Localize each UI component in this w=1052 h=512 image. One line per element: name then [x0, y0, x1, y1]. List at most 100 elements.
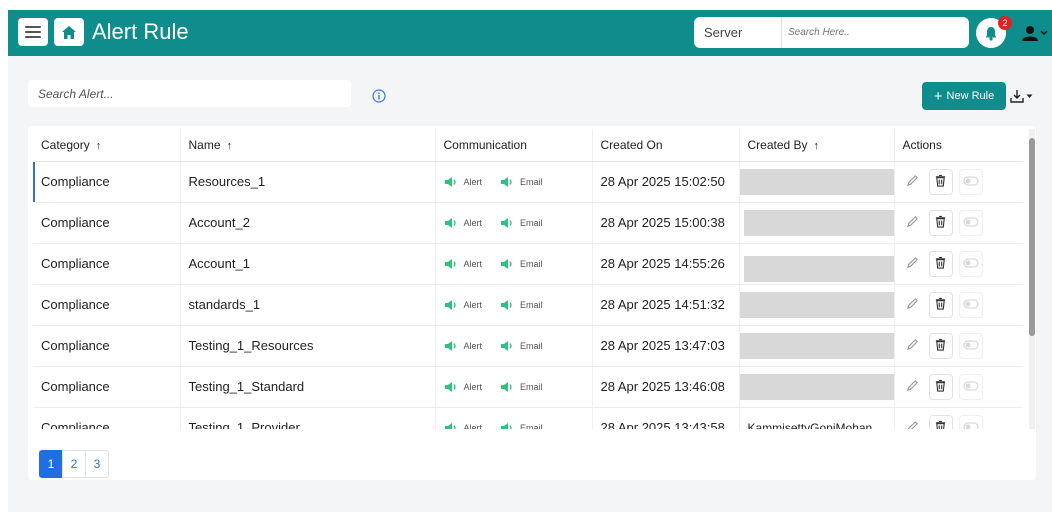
- edit-button[interactable]: [903, 379, 923, 395]
- column-header-category[interactable]: Category ↑: [33, 129, 181, 162]
- info-icon[interactable]: [372, 89, 386, 103]
- table-row[interactable]: Compliance standards_1 Alert Email 28 Apr 20…: [33, 284, 1023, 326]
- column-header-name[interactable]: Name ↑: [180, 129, 436, 162]
- page-button-1[interactable]: 1: [39, 450, 63, 478]
- cell-communication: Alert Email: [435, 202, 593, 244]
- cell-actions: [894, 407, 1023, 429]
- comm-email-label: Email: [520, 422, 543, 430]
- speaker-icon: [500, 340, 514, 352]
- redacted-created-by: [743, 255, 893, 282]
- cell-communication: Alert Email: [435, 284, 593, 326]
- column-header-created-by[interactable]: Created By ↑: [739, 129, 895, 162]
- speaker-icon: [500, 176, 514, 188]
- column-label: Actions: [902, 137, 942, 152]
- cell-actions: [894, 243, 1023, 285]
- comm-alert-label: Alert: [463, 258, 483, 269]
- cell-actions: [894, 284, 1023, 326]
- column-label: Communication: [443, 137, 527, 152]
- cell-created-on: 28 Apr 2025 15:00:38: [592, 202, 740, 244]
- edit-button[interactable]: [903, 338, 923, 354]
- speaker-icon: [444, 422, 458, 429]
- delete-button[interactable]: [928, 250, 953, 277]
- enable-toggle[interactable]: [958, 168, 983, 195]
- cell-created-by: [739, 325, 895, 367]
- page-button-3[interactable]: 3: [85, 450, 109, 478]
- cell-name: Account_1: [180, 243, 436, 285]
- delete-button[interactable]: [928, 332, 953, 359]
- pencil-icon: [906, 338, 919, 354]
- chevron-down-icon: [1040, 30, 1048, 36]
- download-icon: [1010, 90, 1024, 103]
- edit-button[interactable]: [903, 420, 923, 429]
- delete-button[interactable]: [928, 209, 953, 236]
- notification-badge: 2: [998, 16, 1012, 30]
- scrollbar-thumb[interactable]: [1029, 138, 1035, 336]
- enable-toggle[interactable]: [958, 414, 983, 429]
- app-frame: Alert Rule Server 2 + N: [8, 10, 1052, 512]
- edit-button[interactable]: [903, 215, 923, 231]
- user-menu-button[interactable]: [1022, 22, 1052, 44]
- menu-button[interactable]: [18, 18, 48, 46]
- comm-alert-label: Alert: [463, 299, 483, 310]
- enable-toggle[interactable]: [958, 250, 983, 277]
- edit-button[interactable]: [903, 174, 923, 190]
- column-label: Category: [41, 137, 90, 152]
- comm-alert-label: Alert: [463, 422, 483, 430]
- pencil-icon: [906, 215, 919, 231]
- server-label[interactable]: Server: [694, 17, 782, 48]
- search-alert-input[interactable]: [28, 80, 351, 107]
- cell-actions: [894, 366, 1023, 408]
- redacted-created-by: [743, 209, 893, 236]
- edit-button[interactable]: [903, 297, 923, 313]
- comm-alert-label: Alert: [463, 217, 483, 228]
- edit-button[interactable]: [903, 256, 923, 272]
- cell-name: standards_1: [180, 284, 436, 326]
- table-row[interactable]: Compliance Resources_1 Alert Email 28 Apr 20…: [33, 161, 1023, 203]
- delete-button[interactable]: [928, 414, 953, 429]
- trash-icon: [934, 420, 947, 429]
- cell-created-by: KammisettyGopiMohan: [739, 407, 895, 430]
- comm-email-label: Email: [520, 299, 543, 310]
- cell-communication: Alert Email: [435, 243, 593, 285]
- enable-toggle[interactable]: [958, 332, 983, 359]
- pencil-icon: [906, 420, 919, 429]
- page-title: Alert Rule: [92, 19, 189, 44]
- speaker-icon: [444, 176, 458, 188]
- cell-category: Compliance: [33, 284, 181, 326]
- table-row[interactable]: Compliance Account_1 Alert Email 28 Apr 2025…: [33, 243, 1023, 285]
- enable-toggle[interactable]: [958, 373, 983, 400]
- table-row[interactable]: Compliance Testing_1_Standard Alert Email 28…: [33, 366, 1023, 408]
- new-rule-button[interactable]: + New Rule: [922, 82, 1006, 110]
- enable-toggle[interactable]: [958, 209, 983, 236]
- delete-button[interactable]: [928, 291, 953, 318]
- home-icon: [62, 25, 76, 39]
- cell-created-by-text: KammisettyGopiMohan: [747, 420, 873, 430]
- enable-toggle[interactable]: [958, 291, 983, 318]
- comm-email-label: Email: [520, 381, 543, 392]
- server-search-input[interactable]: [782, 27, 969, 38]
- speaker-icon: [500, 217, 514, 229]
- cell-created-by: [739, 161, 895, 203]
- table-row[interactable]: Compliance Testing_1_Provider Alert Email 28…: [33, 407, 1023, 429]
- cell-created-on: 28 Apr 2025 15:02:50: [592, 161, 740, 203]
- cell-created-by: [739, 202, 895, 244]
- column-label: Created By: [747, 137, 808, 152]
- cell-actions: [894, 161, 1023, 203]
- comm-email-label: Email: [520, 258, 543, 269]
- comm-alert-label: Alert: [463, 176, 483, 187]
- cell-created-by: [739, 366, 895, 408]
- new-rule-label: New Rule: [946, 90, 995, 102]
- page-button-2[interactable]: 2: [62, 450, 86, 478]
- toggle-icon: [963, 420, 979, 429]
- delete-button[interactable]: [928, 373, 953, 400]
- table-row[interactable]: Compliance Testing_1_Resources Alert Email 2…: [33, 325, 1023, 367]
- cell-category: Compliance: [33, 407, 181, 429]
- redacted-created-by: [739, 373, 893, 400]
- home-button[interactable]: [54, 18, 84, 46]
- download-button[interactable]: [1010, 86, 1034, 106]
- cell-communication: Alert Email: [435, 407, 593, 430]
- pencil-icon: [906, 297, 919, 313]
- column-header-actions: Actions: [894, 129, 1023, 162]
- table-row[interactable]: Compliance Account_2 Alert Email 28 Apr 2025…: [33, 202, 1023, 244]
- delete-button[interactable]: [928, 168, 953, 195]
